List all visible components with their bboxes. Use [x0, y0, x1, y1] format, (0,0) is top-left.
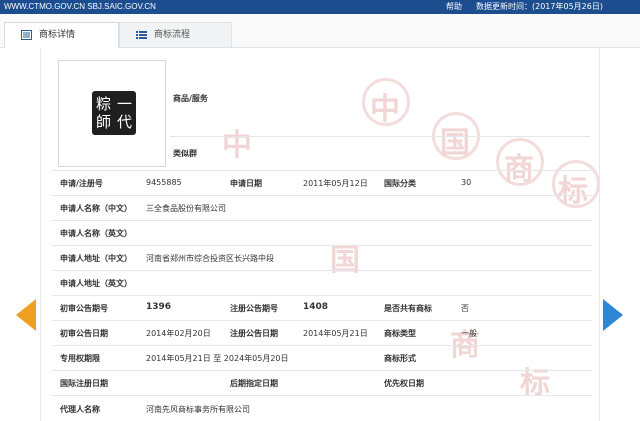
goods-services-label: 商品/服务 — [173, 94, 208, 103]
divider — [52, 245, 592, 246]
tab-trademark-process[interactable]: 商标流程 — [119, 22, 232, 48]
address-en-label: 申请人地址（英文） — [60, 279, 132, 288]
intl-class-label: 国际分类 — [384, 179, 416, 188]
help-link[interactable]: 帮助 — [446, 0, 462, 14]
priority-date-label: 优先权日期 — [384, 379, 424, 388]
applicant-cn-value[interactable]: 三全食品股份有限公司 — [146, 203, 226, 214]
divider — [52, 295, 592, 296]
shared-value: 否 — [461, 304, 469, 313]
exclusive-period-value: 2014年05月21日 至 2024年05月20日 — [146, 354, 289, 363]
tab-label: 商标流程 — [154, 30, 191, 40]
reg-pub-no-value[interactable]: 1408 — [303, 302, 328, 312]
agent-label: 代理人名称 — [60, 405, 100, 414]
app-date-label: 申请日期 — [230, 179, 262, 188]
divider — [52, 395, 592, 396]
divider — [52, 320, 592, 321]
agent-value[interactable]: 河南先风商标事务所有限公司 — [146, 404, 250, 415]
list-icon — [136, 31, 147, 39]
trademark-image: 一 代 粽 師 — [58, 60, 166, 167]
address-cn-value: 河南省郑州市综合投资区长兴路中段 — [146, 254, 274, 263]
tm-type-value: 一般 — [461, 329, 477, 338]
first-pub-date-value: 2014年02月20日 — [146, 329, 211, 338]
seal-char: 粽 — [96, 95, 112, 113]
reg-pub-date-value: 2014年05月21日 — [303, 329, 368, 338]
later-date-label: 后期指定日期 — [230, 379, 278, 388]
reg-no-label: 申请/注册号 — [60, 179, 103, 188]
seal-char: 師 — [96, 113, 112, 131]
app-date-value: 2011年05月12日 — [303, 179, 368, 188]
seal-char: 一 — [117, 95, 133, 113]
seal-char: 代 — [117, 113, 133, 131]
watermark-char: 中 — [222, 128, 252, 163]
top-bar: WWW.CTMO.GOV.CN SBJ.SAIC.GOV.CN 帮助 数据更新时… — [0, 0, 640, 14]
exclusive-period-label: 专用权期限 — [60, 354, 100, 363]
tab-trademark-details[interactable]: 商标详情 — [4, 22, 119, 48]
tm-type-label: 商标类型 — [384, 329, 416, 338]
intl-reg-date-label: 国际注册日期 — [60, 379, 108, 388]
applicant-en-label: 申请人名称（英文） — [60, 229, 132, 238]
divider — [52, 345, 592, 346]
watermark-char: 标 — [558, 174, 588, 209]
divider — [52, 370, 592, 371]
address-cn-label: 申请人地址（中文） — [60, 254, 132, 263]
divider — [52, 195, 592, 196]
trademark-seal: 一 代 粽 師 — [92, 91, 136, 135]
reg-no-value: 9455885 — [146, 178, 182, 187]
watermark-char: 商 — [504, 152, 534, 187]
first-pub-no-label: 初审公告期号 — [60, 304, 108, 313]
reg-pub-date-label: 注册公告日期 — [230, 329, 278, 338]
tab-label: 商标详情 — [39, 30, 76, 40]
site-url[interactable]: WWW.CTMO.GOV.CN SBJ.SAIC.GOV.CN — [4, 0, 156, 14]
shared-label: 是否共有商标 — [384, 304, 432, 313]
first-pub-date-label: 初审公告日期 — [60, 329, 108, 338]
document-icon — [21, 30, 32, 40]
divider — [52, 170, 592, 171]
reg-pub-no-label: 注册公告期号 — [230, 304, 278, 313]
divider — [52, 220, 592, 221]
divider — [52, 270, 592, 271]
watermark-char: 中 — [370, 92, 400, 127]
data-update-time: 数据更新时间：(2017年05月26日) — [476, 2, 603, 11]
applicant-cn-label: 申请人名称（中文） — [60, 204, 132, 213]
tm-form-label: 商标形式 — [384, 354, 416, 363]
similar-group-label: 类似群 — [173, 149, 197, 158]
watermark-char: 国 — [330, 243, 360, 278]
divider — [170, 136, 590, 137]
prev-arrow-icon[interactable] — [16, 299, 36, 331]
first-pub-no-value[interactable]: 1396 — [146, 302, 171, 312]
tab-bar: 商标详情 商标流程 — [0, 14, 640, 48]
next-arrow-icon[interactable] — [603, 299, 623, 331]
watermark-char: 国 — [440, 126, 470, 161]
watermark-char: 商 — [450, 328, 480, 363]
intl-class-value: 30 — [461, 178, 472, 187]
